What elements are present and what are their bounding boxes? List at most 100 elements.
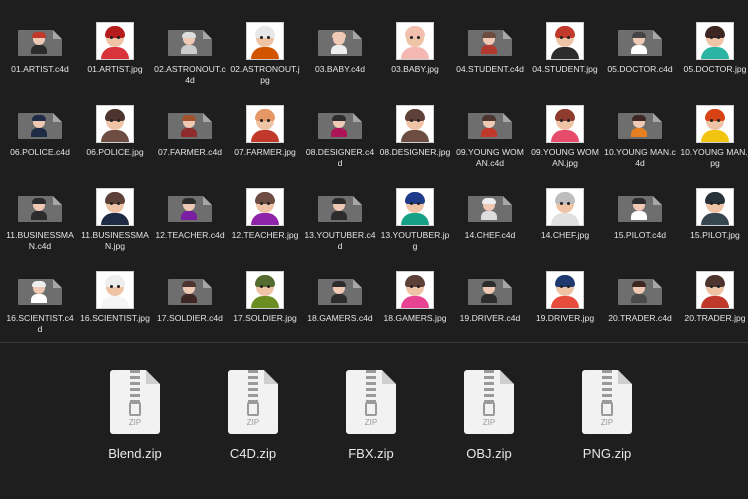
file-thumbnail xyxy=(302,14,378,60)
file-name: 04.STUDENT.jpg xyxy=(532,64,598,74)
file-name: 19.DRIVER.jpg xyxy=(535,313,595,323)
file-item[interactable]: 03.BABY.c4d xyxy=(302,14,378,75)
file-item[interactable]: 07.FARMER.jpg xyxy=(227,97,303,158)
file-item[interactable]: 08.DESIGNER.jpg xyxy=(377,97,453,158)
file-name: 18.GAMERS.c4d xyxy=(307,313,373,323)
zip-tag: ZIP xyxy=(482,418,496,427)
file-item[interactable]: 19.DRIVER.jpg xyxy=(527,263,603,324)
zipper-pull xyxy=(601,402,613,416)
file-name: 20.TRADER.jpg xyxy=(684,313,746,323)
file-item[interactable]: 20.TRADER.c4d xyxy=(602,263,678,324)
file-name: 03.BABY.jpg xyxy=(391,64,439,74)
file-thumbnail xyxy=(302,97,378,143)
file-item[interactable]: 17.SOLDIER.jpg xyxy=(227,263,303,324)
archive-item[interactable]: ZIP PNG.zip xyxy=(552,370,662,461)
file-name: 15.PILOT.jpg xyxy=(690,230,740,240)
section-divider xyxy=(0,342,748,343)
file-item[interactable]: 10.YOUNG MAN.jpg xyxy=(677,97,748,169)
c4d-file-icon xyxy=(468,196,512,222)
archive-item[interactable]: ZIP OBJ.zip xyxy=(434,370,544,461)
file-thumbnail xyxy=(377,14,453,60)
file-item[interactable]: 17.SOLDIER.c4d xyxy=(152,263,228,324)
archive-item[interactable]: ZIP FBX.zip xyxy=(316,370,426,461)
file-item[interactable]: 11.BUSINESSMAN.jpg xyxy=(77,180,153,252)
zip-file-icon: ZIP xyxy=(228,370,278,434)
file-name: 17.SOLDIER.c4d xyxy=(157,313,223,323)
zipper-teeth xyxy=(602,370,612,402)
file-name: 15.PILOT.c4d xyxy=(613,230,667,240)
file-item[interactable]: 01.ARTIST.jpg xyxy=(77,14,153,75)
jpg-thumbnail-icon xyxy=(396,188,434,226)
file-item[interactable]: 19.DRIVER.c4d xyxy=(452,263,528,324)
file-item[interactable]: 12.TEACHER.jpg xyxy=(227,180,303,241)
file-thumbnail xyxy=(227,14,303,60)
file-item[interactable]: 20.TRADER.jpg xyxy=(677,263,748,324)
file-item[interactable]: 15.PILOT.jpg xyxy=(677,180,748,241)
jpg-thumbnail-icon xyxy=(546,271,584,309)
file-thumbnail xyxy=(602,263,678,309)
file-thumbnail xyxy=(77,14,153,60)
file-thumbnail xyxy=(227,263,303,309)
archive-item[interactable]: ZIP Blend.zip xyxy=(80,370,190,461)
file-name: 18.GAMERS.jpg xyxy=(383,313,447,323)
archive-name: OBJ.zip xyxy=(466,446,512,461)
file-item[interactable]: 18.GAMERS.c4d xyxy=(302,263,378,324)
file-item[interactable]: 09.YOUNG WOMAN.c4d xyxy=(452,97,528,169)
c4d-file-icon xyxy=(468,113,512,139)
file-item[interactable]: 16.SCIENTIST.c4d xyxy=(2,263,78,335)
file-name: 01.ARTIST.jpg xyxy=(87,64,143,74)
zipper-teeth xyxy=(130,370,140,402)
file-thumbnail xyxy=(377,180,453,226)
file-item[interactable]: 01.ARTIST.c4d xyxy=(2,14,78,75)
jpg-thumbnail-icon xyxy=(696,105,734,143)
page-fold xyxy=(146,370,160,384)
c4d-file-icon xyxy=(168,113,212,139)
file-item[interactable]: 08.DESIGNER.c4d xyxy=(302,97,378,169)
file-item[interactable]: 16.SCIENTIST.jpg xyxy=(77,263,153,324)
file-name: 05.DOCTOR.jpg xyxy=(683,64,747,74)
file-item[interactable]: 09.YOUNG WOMAN.jpg xyxy=(527,97,603,169)
file-name: 10.YOUNG MAN.jpg xyxy=(680,147,748,168)
file-item[interactable]: 13.YOUTUBER.c4d xyxy=(302,180,378,252)
c4d-file-icon xyxy=(318,30,362,56)
file-thumbnail xyxy=(77,97,153,143)
file-thumbnail xyxy=(527,180,603,226)
jpg-thumbnail-icon xyxy=(96,105,134,143)
file-thumbnail xyxy=(302,263,378,309)
file-item[interactable]: 14.CHEF.jpg xyxy=(527,180,603,241)
file-grid: 01.ARTIST.c4d 01.ARTIST.jpg 02.ASTRONOUT.c… xyxy=(0,14,748,334)
file-item[interactable]: 04.STUDENT.c4d xyxy=(452,14,528,75)
c4d-file-icon xyxy=(168,196,212,222)
file-item[interactable]: 10.YOUNG MAN.c4d xyxy=(602,97,678,169)
c4d-file-icon xyxy=(618,196,662,222)
file-item[interactable]: 02.ASTRONOUT.c4d xyxy=(152,14,228,86)
jpg-thumbnail-icon xyxy=(696,188,734,226)
file-item[interactable]: 05.DOCTOR.c4d xyxy=(602,14,678,75)
file-item[interactable]: 12.TEACHER.c4d xyxy=(152,180,228,241)
file-item[interactable]: 07.FARMER.c4d xyxy=(152,97,228,158)
file-thumbnail xyxy=(152,263,228,309)
file-item[interactable]: 04.STUDENT.jpg xyxy=(527,14,603,75)
c4d-file-icon xyxy=(618,113,662,139)
file-item[interactable]: 06.POLICE.c4d xyxy=(2,97,78,158)
archive-item[interactable]: ZIP C4D.zip xyxy=(198,370,308,461)
file-name: 17.SOLDIER.jpg xyxy=(233,313,297,323)
file-item[interactable]: 18.GAMERS.jpg xyxy=(377,263,453,324)
file-item[interactable]: 14.CHEF.c4d xyxy=(452,180,528,241)
file-item[interactable]: 11.BUSINESSMAN.c4d xyxy=(2,180,78,252)
file-name: 19.DRIVER.c4d xyxy=(459,313,521,323)
file-item[interactable]: 15.PILOT.c4d xyxy=(602,180,678,241)
jpg-thumbnail-icon xyxy=(246,22,284,60)
file-item[interactable]: 03.BABY.jpg xyxy=(377,14,453,75)
archive-name: FBX.zip xyxy=(348,446,394,461)
page-fold xyxy=(382,370,396,384)
file-thumbnail xyxy=(227,180,303,226)
file-item[interactable]: 02.ASTRONOUT.jpg xyxy=(227,14,303,86)
file-item[interactable]: 05.DOCTOR.jpg xyxy=(677,14,748,75)
file-name: 16.SCIENTIST.c4d xyxy=(6,313,74,334)
file-item[interactable]: 13.YOUTUBER.jpg xyxy=(377,180,453,252)
jpg-thumbnail-icon xyxy=(396,105,434,143)
file-thumbnail xyxy=(2,14,78,60)
file-item[interactable]: 06.POLICE.jpg xyxy=(77,97,153,158)
jpg-thumbnail-icon xyxy=(96,188,134,226)
